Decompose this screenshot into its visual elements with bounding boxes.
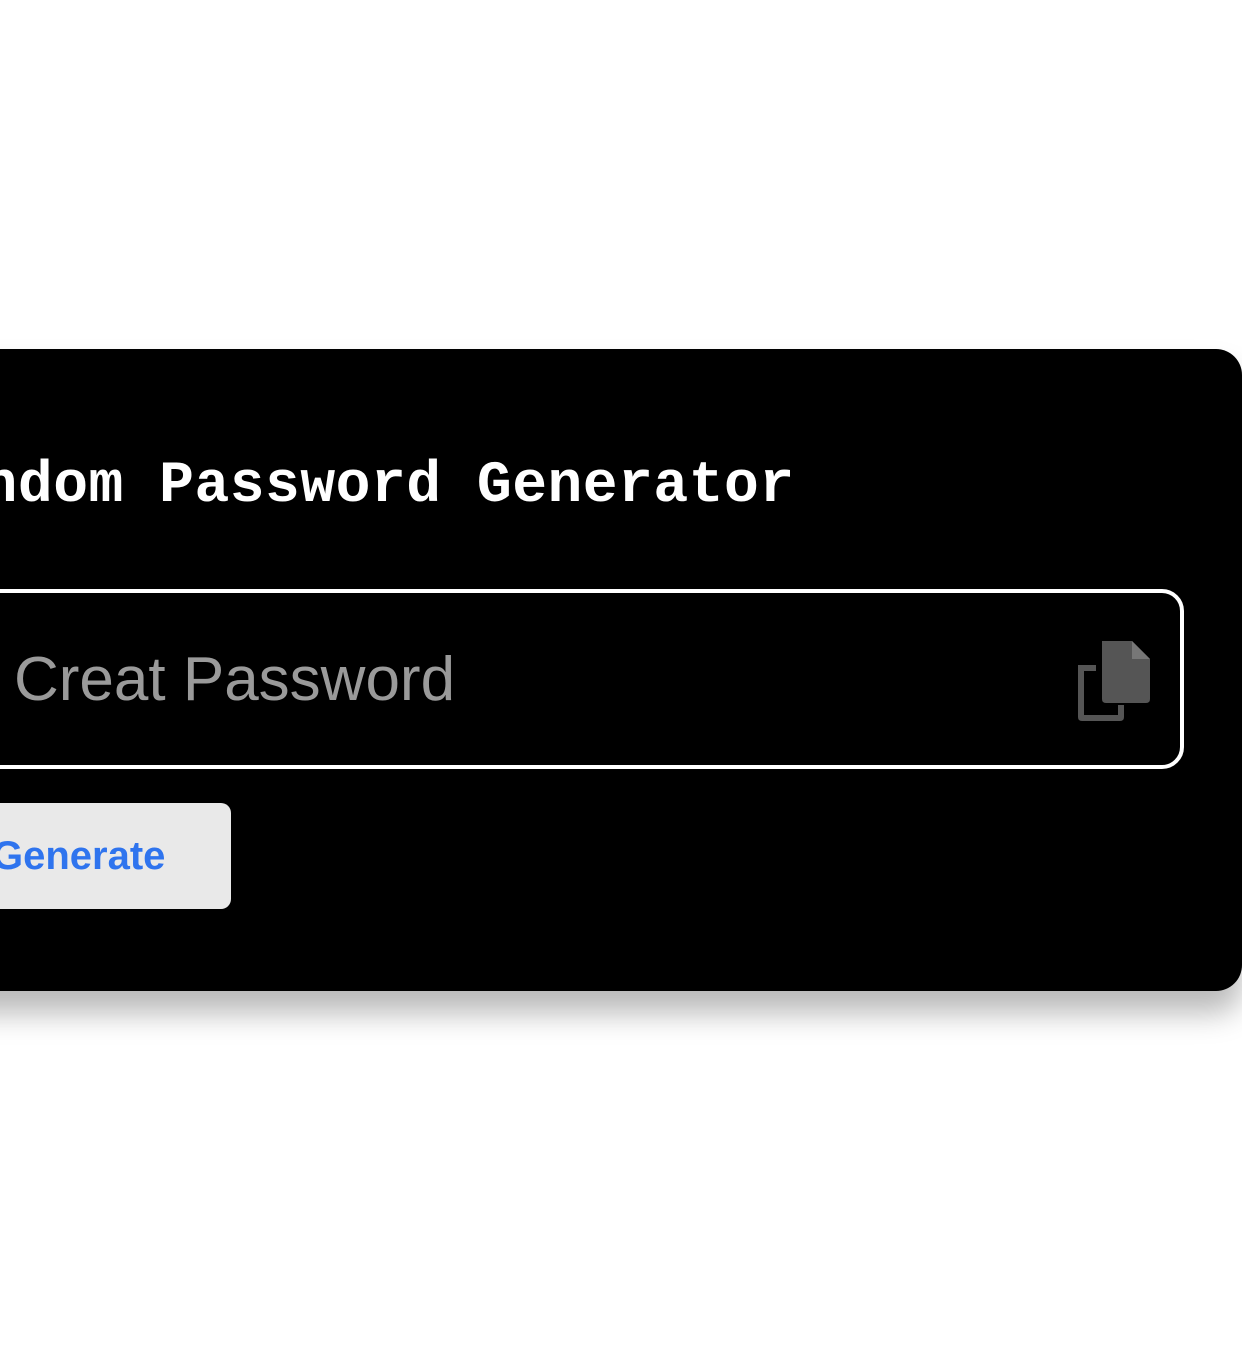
password-field — [0, 589, 1184, 769]
title-container: Random Password Generator — [0, 349, 1242, 549]
password-input[interactable] — [4, 593, 1004, 765]
generate-button[interactable]: Generate — [0, 803, 231, 909]
page-viewport: Random Password Generator Generate — [0, 0, 1242, 1364]
copy-icon — [1078, 641, 1150, 721]
copy-button[interactable] — [1062, 635, 1154, 727]
password-generator-card: Random Password Generator Generate — [0, 349, 1242, 991]
app-title: Random Password Generator — [0, 454, 795, 519]
